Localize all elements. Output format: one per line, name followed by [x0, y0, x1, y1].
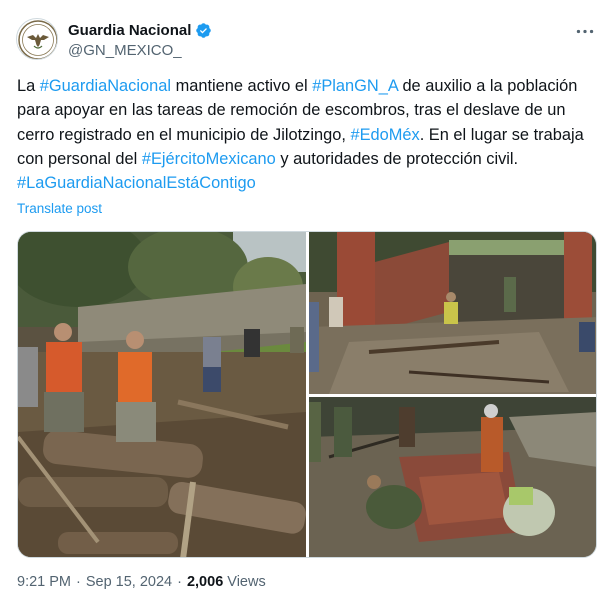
meta-separator: · [177, 574, 182, 590]
hashtag-link[interactable]: #EjércitoMexicano [142, 150, 276, 168]
display-name[interactable]: Guardia Nacional [68, 22, 191, 39]
views-label: Views [227, 574, 266, 590]
post-text: La #GuardiaNacional mantiene activo el #… [17, 74, 597, 195]
media-grid [17, 231, 597, 558]
verified-badge-icon[interactable] [195, 22, 212, 39]
more-options-icon[interactable] [574, 22, 596, 40]
post-time[interactable]: 9:21 PM [17, 574, 71, 590]
hashtag-link[interactable]: #PlanGN_A [312, 77, 398, 95]
meta-separator: · [76, 574, 81, 590]
guardia-nacional-emblem-icon [18, 20, 57, 59]
photo-debris-wall[interactable] [309, 232, 596, 394]
post-text-segment: y autoridades de protección civil. [275, 149, 519, 168]
post-date[interactable]: Sep 15, 2024 [86, 574, 172, 590]
post-text-segment: mantiene activo el [171, 77, 313, 95]
photo-soldiers-bricks[interactable] [309, 397, 596, 557]
views-count: 2,006 [186, 574, 224, 590]
photo-rescuers-logs[interactable] [18, 232, 306, 557]
hashtag-link[interactable]: #GuardiaNacional [40, 77, 171, 95]
post-meta: 9:21 PM · Sep 15, 2024 · 2,006 Views [17, 574, 266, 590]
handle[interactable]: @GN_MEXICO_ [68, 42, 212, 59]
post-text-segment: La [17, 77, 40, 95]
avatar[interactable] [16, 18, 58, 60]
hashtag-link[interactable]: #LaGuardiaNacionalEstáContigo [17, 174, 256, 192]
hashtag-link[interactable]: #EdoMéx [350, 126, 419, 144]
translate-post-link[interactable]: Translate post [17, 201, 102, 216]
post-header: Guardia Nacional @GN_MEXICO_ [16, 14, 598, 64]
